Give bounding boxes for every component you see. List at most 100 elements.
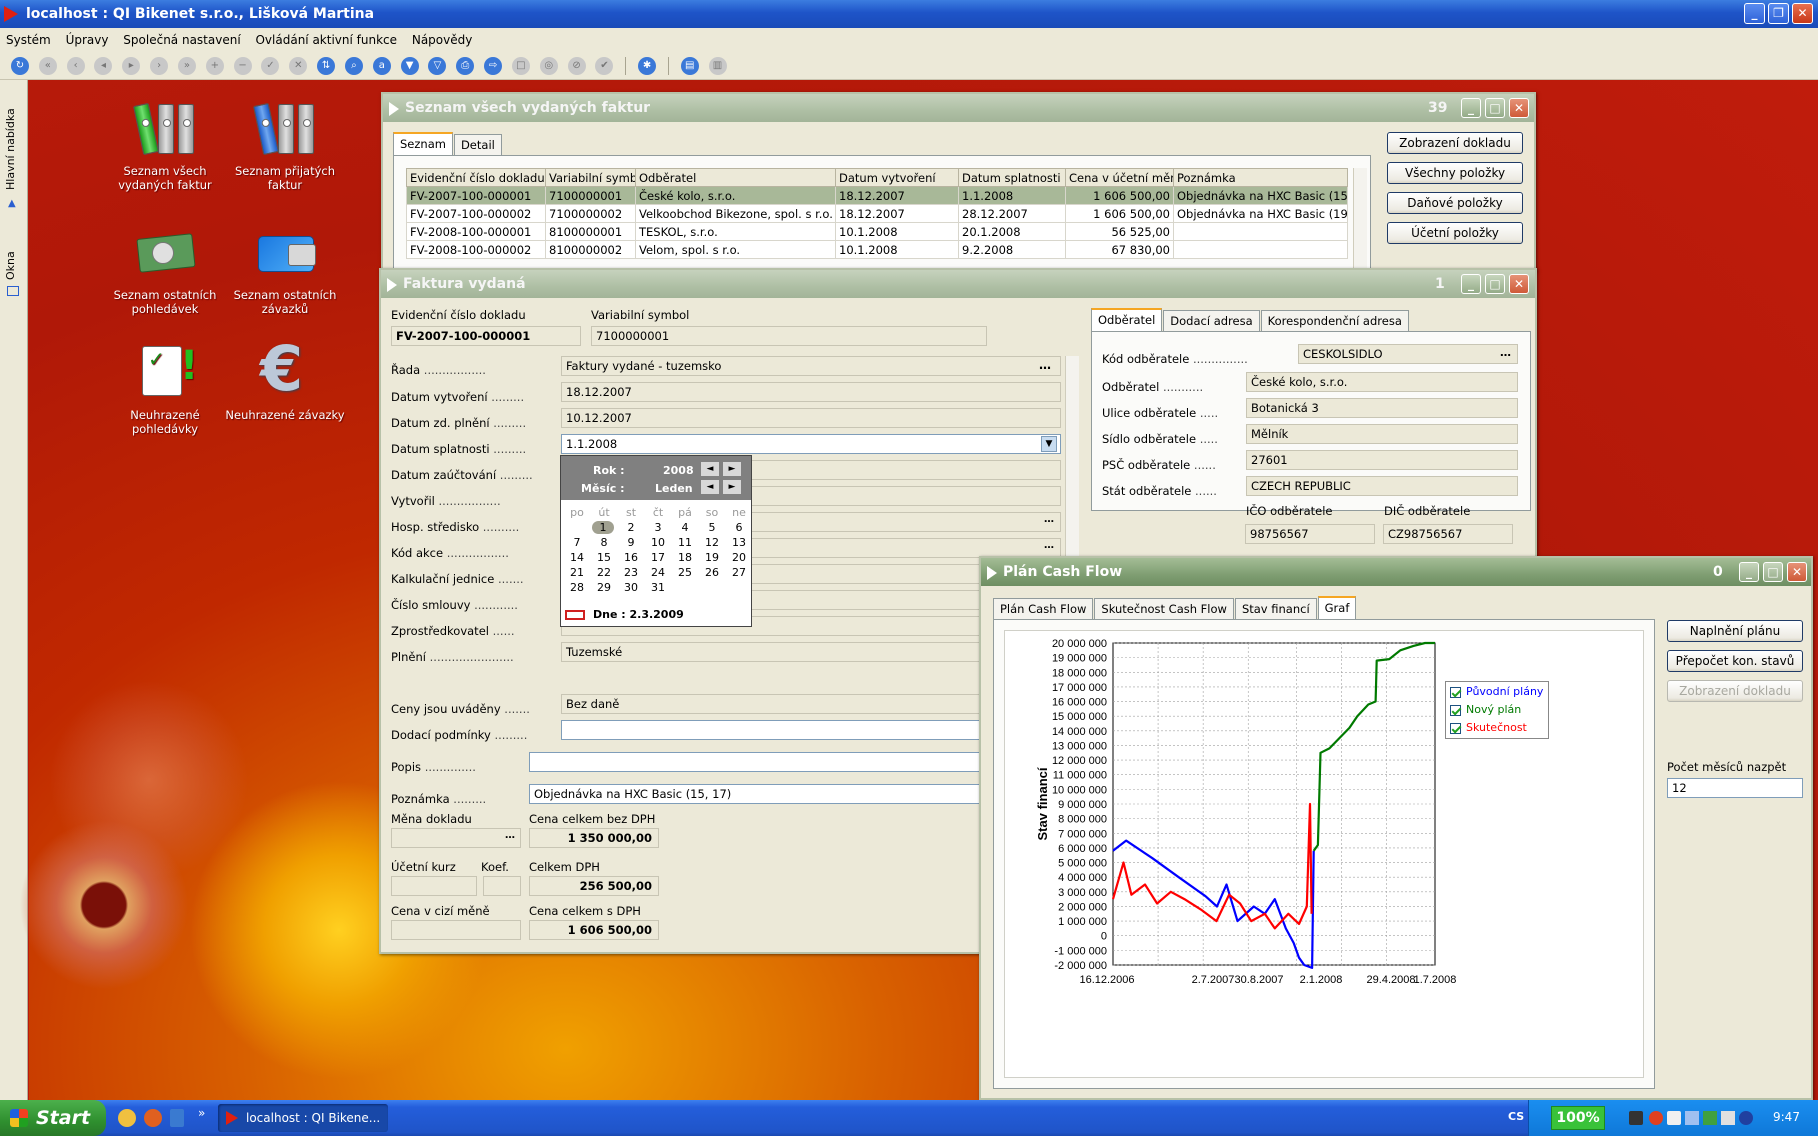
settings-icon[interactable]: ✱ [638,57,657,75]
desktop-icon-unpaid-liabilities[interactable]: € Neuhrazené závazky [220,338,350,423]
delete-record-icon[interactable]: − [233,57,252,75]
firefox-icon[interactable] [144,1109,162,1127]
customer-ico-field[interactable]: 98756567 [1245,524,1375,544]
calendar-day[interactable]: 6 [727,521,751,534]
close-button[interactable]: ✕ [1509,274,1529,294]
calendar-day[interactable]: 10 [646,536,670,549]
calendar-day[interactable]: 9 [619,536,643,549]
customer-dic-field[interactable]: CZ98756567 [1383,524,1513,544]
refresh-icon[interactable]: ↻ [11,57,29,75]
tab-cashflow-plan[interactable]: Plán Cash Flow [993,598,1094,619]
minimize-button[interactable]: _ [1461,274,1481,294]
calendar-day[interactable]: 27 [727,566,751,579]
calendar-day[interactable]: 3 [646,521,670,534]
calendar-day[interactable]: 18 [673,551,697,564]
maximize-button[interactable]: □ [1485,98,1505,118]
customer-name-field[interactable]: České kolo, s.r.o. [1246,372,1518,392]
desktop-icon-issued-invoices[interactable]: Seznam všech vydaných faktur [100,98,230,192]
print-icon[interactable]: ⎙ [456,57,475,75]
add-record-icon[interactable]: + [205,57,224,75]
customer-country-field[interactable]: CZECH REPUBLIC [1246,476,1518,496]
tab-detail[interactable]: Detail [453,134,502,155]
desktop-icon-received-invoices[interactable]: Seznam přijatých faktur [220,98,350,192]
show-document-button[interactable]: Zobrazení dokladu [1667,680,1803,702]
today-button[interactable]: Dne : 2.3.2009 [593,608,684,621]
currency-ellipsis-button[interactable]: … [502,831,518,845]
due-date-field[interactable]: 1.1.2008 [561,434,1061,454]
calendar-day[interactable]: 7 [565,536,589,549]
calendar-day[interactable]: 26 [700,566,724,579]
calendar-day[interactable]: 25 [673,566,697,579]
next-month-button[interactable]: ► [723,480,741,494]
calendar-day[interactable]: 31 [646,581,670,594]
table-row[interactable]: FV-2007-100-000001 7100000001 České kolo, … [406,186,1348,205]
legend-item-actual[interactable]: Skutečnost [1450,721,1527,734]
close-button[interactable]: ✕ [1509,98,1529,118]
restore-button[interactable]: ❐ [1768,3,1789,24]
shield-icon[interactable] [170,1109,184,1127]
filter-icon[interactable]: ▼ [400,57,419,75]
foreign-price-field[interactable] [391,920,521,940]
first-record-icon[interactable]: « [38,57,57,75]
quicklaunch-more-icon[interactable]: » [198,1106,205,1120]
calendar-day[interactable]: 12 [700,536,724,549]
tab-correspondence-address[interactable]: Korespondenční adresa [1260,310,1409,331]
minimize-button[interactable]: _ [1461,98,1481,118]
tab-cashflow-actual[interactable]: Skutečnost Cash Flow [1094,598,1234,619]
sort-icon[interactable]: ⇅ [317,57,336,75]
zoom-icon[interactable]: ◎ [539,57,558,75]
tax-date-field[interactable]: 10.12.2007 [561,408,1061,428]
checkbox-icon[interactable] [1450,722,1461,734]
customer-street-field[interactable]: Botanická 3 [1246,398,1518,418]
calendar-day[interactable]: 20 [727,551,751,564]
col-amount[interactable]: Cena v účetní měně [1065,168,1174,187]
col-doc-number[interactable]: Evidenční číslo dokladu [406,168,546,187]
tab-list[interactable]: Seznam [393,132,453,155]
calendar-day[interactable]: 13 [727,536,751,549]
table-row[interactable]: FV-2007-100-000002 7100000002 Velkoobchod … [406,204,1348,223]
desktop-icon-other-liabilities[interactable]: Seznam ostatních závazků [220,222,350,316]
show-document-button[interactable]: Zobrazení dokladu [1387,132,1523,154]
taskbar-app-button[interactable]: localhost : QI Bikene... [218,1104,388,1132]
cancel-icon[interactable]: ✕ [289,57,308,75]
series-field[interactable]: Faktury vydané - tuzemsko [561,356,1061,376]
tab-customer[interactable]: Odběratel [1091,308,1163,331]
calendar-day[interactable]: 17 [646,551,670,564]
col-var-symbol[interactable]: Variabilní symbol [545,168,636,187]
calendar-day[interactable]: 15 [592,551,616,564]
calendar-day[interactable]: 30 [619,581,643,594]
next-year-button[interactable]: ► [723,462,741,476]
desktop-icon-other-receivables[interactable]: Seznam ostatních pohledávek [100,222,230,316]
calendar-day[interactable]: 19 [700,551,724,564]
accounting-items-button[interactable]: Účetní položky [1387,222,1523,244]
doc-number-field[interactable]: FV-2007-100-000001 [391,326,581,346]
cost-center-ellipsis-button[interactable]: … [1041,514,1057,530]
tab-finance-state[interactable]: Stav financí [1234,598,1317,619]
created-date-field[interactable]: 18.12.2007 [561,382,1061,402]
calendar-day[interactable]: 16 [619,551,643,564]
calendar-day[interactable]: 22 [592,566,616,579]
customer-city-field[interactable]: Mělník [1246,424,1518,444]
language-indicator[interactable]: CS [1508,1110,1524,1123]
legend-item-original-plan[interactable]: Původní plány [1450,685,1543,698]
maximize-button[interactable]: □ [1485,274,1505,294]
calendar-day[interactable]: 2 [619,521,643,534]
maximize-button[interactable]: □ [1763,562,1783,582]
find-icon[interactable]: ⌕ [344,57,363,75]
prev-page-icon[interactable]: ‹ [66,57,85,75]
series-ellipsis-button[interactable]: … [1039,358,1051,372]
stop-icon[interactable]: ⊘ [567,57,586,75]
months-back-field[interactable]: 12 [1667,778,1803,798]
calendar-day[interactable]: 11 [673,536,697,549]
currency-field[interactable]: … [391,828,521,848]
calendar-day[interactable]: 24 [646,566,670,579]
windows-tab[interactable]: Okna [4,251,17,280]
calendar-day[interactable]: 23 [619,566,643,579]
calendar-day[interactable]: 14 [565,551,589,564]
column-filter-clear-icon[interactable]: ▥ [708,57,727,75]
fill-plan-button[interactable]: Naplnění plánu [1667,620,1803,642]
tray-icon[interactable] [1629,1111,1643,1125]
desktop-icon-unpaid-receivables[interactable]: ✓ ! Neuhrazené pohledávky [100,342,230,436]
menu-edit[interactable]: Úpravy [66,33,109,47]
tray-icon[interactable] [1721,1111,1735,1125]
